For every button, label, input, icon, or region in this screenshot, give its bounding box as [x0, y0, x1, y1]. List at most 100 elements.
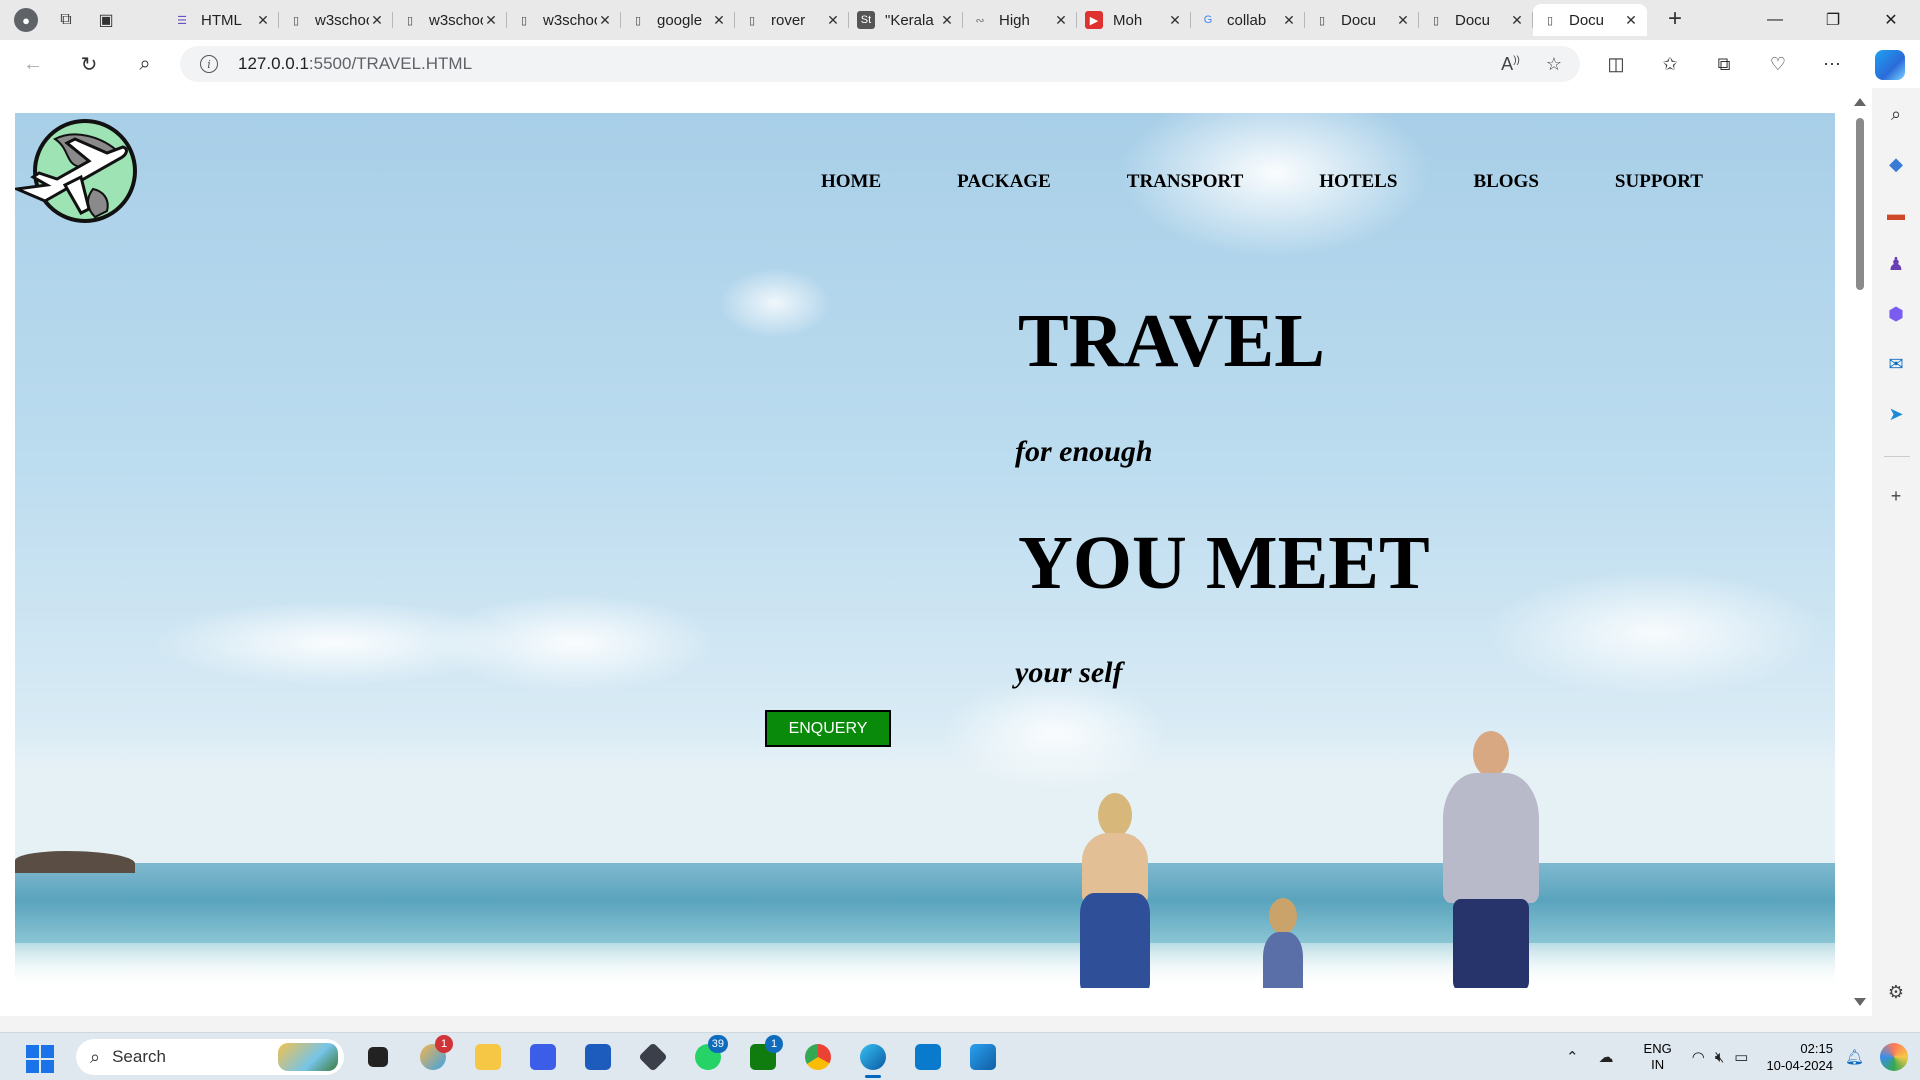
page-icon: ▯ [292, 14, 300, 27]
browser-tab[interactable]: Gcollab ✕ [1191, 4, 1305, 36]
sidebar-outlook-icon[interactable]: ✉ [1882, 350, 1910, 378]
start-button[interactable] [26, 1045, 54, 1073]
nav-link-support[interactable]: SUPPORT [1615, 171, 1703, 193]
sidebar-games-icon[interactable]: ♟ [1882, 250, 1910, 278]
whatsapp-icon[interactable]: 39 [686, 1035, 730, 1075]
browser-tab[interactable]: ☰ HTML ✕ [165, 4, 279, 36]
split-screen-icon[interactable]: ◫ [1600, 48, 1632, 80]
back-button[interactable]: ← [16, 48, 50, 80]
browser-tab[interactable]: ▯ rover ✕ [735, 4, 849, 36]
copilot-taskbar-icon[interactable] [1880, 1043, 1908, 1071]
sidebar-tools-icon[interactable]: ▬ [1882, 200, 1910, 228]
tab-close-icon[interactable]: ✕ [1395, 12, 1411, 29]
search-icon: ⌕ [90, 1046, 101, 1067]
clock[interactable]: 02:15 10-04-2024 [1766, 1040, 1833, 1074]
scroll-down-arrow[interactable] [1854, 998, 1866, 1006]
vs-app-icon[interactable] [521, 1039, 565, 1075]
nav-link-package[interactable]: PACKAGE [957, 171, 1051, 193]
browser-tab[interactable]: ▯ w3schools✕ [279, 4, 393, 36]
read-aloud-icon[interactable]: A)) [1501, 54, 1520, 75]
photos-icon[interactable] [961, 1039, 1005, 1075]
file-explorer-icon[interactable] [466, 1039, 510, 1075]
page-scrollbar[interactable] [1848, 88, 1872, 1016]
tab-close-icon[interactable]: ✕ [1281, 12, 1297, 29]
browser-tab[interactable]: ▯ Docu ✕ [1305, 4, 1419, 36]
enquiry-button[interactable]: ENQUERY [765, 710, 891, 747]
close-window-button[interactable]: ✕ [1862, 0, 1920, 40]
sidebar-office-icon[interactable]: ⬢ [1882, 300, 1910, 328]
minimize-button[interactable]: — [1746, 0, 1804, 40]
volume-muted-icon[interactable]: 🔇︎ [1715, 1049, 1724, 1066]
sidebar-send-icon[interactable]: ➤ [1882, 400, 1910, 428]
nav-link-blogs[interactable]: BLOGS [1473, 171, 1538, 193]
collections-icon[interactable]: ⧉ [1708, 48, 1740, 80]
tab-close-icon[interactable]: ✕ [369, 12, 385, 29]
mail-app-icon[interactable]: 1 [411, 1035, 455, 1075]
lang-line2: IN [1651, 1057, 1665, 1072]
language-indicator[interactable]: ENG IN [1644, 1041, 1672, 1073]
task-view-icon[interactable] [356, 1039, 400, 1075]
scroll-thumb[interactable] [1856, 118, 1864, 290]
notification-bell-icon[interactable]: 🔔︎ [1845, 1048, 1864, 1066]
browser-tab[interactable]: ∾ High ✕ [963, 4, 1077, 36]
windows-taskbar: ⌕ Search 1 39 1 ⌃ ☁ ENG IN ◠ 🔇︎ ▭ 02:15 … [0, 1032, 1920, 1080]
taskbar-search[interactable]: ⌕ Search [76, 1039, 344, 1075]
list-icon: ☰ [177, 14, 187, 27]
more-menu-icon[interactable]: ⋯ [1816, 48, 1848, 80]
profile-button[interactable]: ● [8, 4, 44, 36]
tray-chevron-icon[interactable]: ⌃ [1566, 1048, 1579, 1066]
wifi-icon[interactable]: ◠ [1692, 1048, 1705, 1066]
sidebar-divider [1884, 456, 1910, 457]
cube-app-icon[interactable] [631, 1039, 675, 1075]
edge-icon[interactable] [851, 1039, 895, 1078]
browser-tab[interactable]: ▯ Docu ✕ [1533, 4, 1647, 36]
store-icon[interactable] [576, 1039, 620, 1075]
tab-title: w3schools [315, 11, 369, 29]
favorite-star-icon[interactable]: ☆ [1546, 54, 1562, 75]
battery-icon[interactable]: ▭ [1734, 1048, 1748, 1066]
tab-close-icon[interactable]: ✕ [597, 12, 613, 29]
nav-link-hotels[interactable]: HOTELS [1319, 171, 1397, 193]
tab-close-icon[interactable]: ✕ [483, 12, 499, 29]
performance-icon[interactable]: ♡ [1762, 48, 1794, 80]
browser-tab[interactable]: ▯ Docu ✕ [1419, 4, 1533, 36]
tab-close-icon[interactable]: ✕ [825, 12, 841, 29]
workspaces-icon[interactable]: ⧉ [48, 4, 84, 36]
tab-close-icon[interactable]: ✕ [711, 12, 727, 29]
address-bar[interactable]: i 127.0.0.1:5500/TRAVEL.HTML A)) ☆ [180, 46, 1580, 82]
sidebar-shopping-icon[interactable]: ◆ [1882, 150, 1910, 178]
refresh-button[interactable]: ↻ [72, 48, 106, 80]
browser-tab[interactable]: ▯ w3schools✕ [393, 4, 507, 36]
tab-close-icon[interactable]: ✕ [1053, 12, 1069, 29]
tab-close-icon[interactable]: ✕ [939, 12, 955, 29]
browser-tab[interactable]: ▶ Moh ✕ [1077, 4, 1191, 36]
new-tab-button[interactable]: + [1660, 6, 1690, 34]
chrome-icon[interactable] [796, 1039, 840, 1075]
copilot-icon[interactable] [1875, 50, 1905, 80]
site-info-icon[interactable]: i [200, 55, 218, 73]
nav-link-home[interactable]: HOME [821, 171, 881, 193]
vscode-icon[interactable] [906, 1039, 950, 1075]
tab-close-icon[interactable]: ✕ [1167, 12, 1183, 29]
onedrive-icon[interactable]: ☁ [1599, 1048, 1614, 1066]
browser-tab[interactable]: St "Kerala ✕ [849, 4, 963, 36]
sidebar-settings-icon[interactable]: ⚙ [1882, 978, 1910, 1006]
search-icon[interactable]: ⌕ [128, 48, 162, 80]
scroll-up-arrow[interactable] [1854, 98, 1866, 106]
travel-globe-plane-logo[interactable] [15, 119, 139, 229]
rocks-background [15, 851, 135, 873]
tab-close-icon[interactable]: ✕ [1509, 12, 1525, 29]
sidebar-search-icon[interactable]: ⌕ [1882, 100, 1910, 128]
tab-actions-icon[interactable]: ▣ [88, 4, 124, 36]
browser-tab[interactable]: ▯ google ✕ [621, 4, 735, 36]
xbox-icon[interactable]: 1 [741, 1035, 785, 1075]
tab-close-icon[interactable]: ✕ [1623, 12, 1639, 29]
nav-link-transport[interactable]: TRANSPORT [1127, 171, 1244, 193]
tab-close-icon[interactable]: ✕ [255, 12, 271, 29]
browser-tab[interactable]: ▯ w3schools✕ [507, 4, 621, 36]
tab-title: High [999, 11, 1030, 29]
favorites-icon[interactable]: ✩ [1654, 48, 1686, 80]
sidebar-add-icon[interactable]: + [1882, 482, 1910, 510]
st-icon: St [857, 11, 875, 29]
restore-button[interactable]: ❐ [1804, 0, 1862, 40]
